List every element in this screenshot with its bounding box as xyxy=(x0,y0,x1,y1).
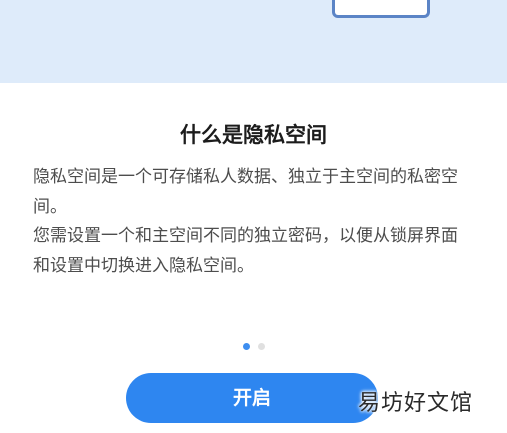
page-dot-active xyxy=(242,343,250,350)
description-paragraph: 隐私空间是一个可存储私人数据、独立于主空间的私密空间。 xyxy=(33,167,458,217)
page-title: 什么是隐私空间 xyxy=(180,123,327,147)
page-indicator xyxy=(0,343,507,350)
page-dot xyxy=(257,343,265,350)
description: 隐私空间是一个可存储私人数据、独立于主空间的私密空间。 您需设置一个和主空间不同… xyxy=(33,163,473,281)
hero-illustration xyxy=(0,0,507,83)
description-paragraph: 您需设置一个和主空间不同的独立密码，以便从锁屏界面和设置中切换进入隐私空间。 xyxy=(33,226,458,276)
enable-button[interactable]: 开启 xyxy=(126,373,378,423)
phone-illustration xyxy=(332,0,430,18)
watermark: 易坊好文馆 xyxy=(358,391,474,416)
